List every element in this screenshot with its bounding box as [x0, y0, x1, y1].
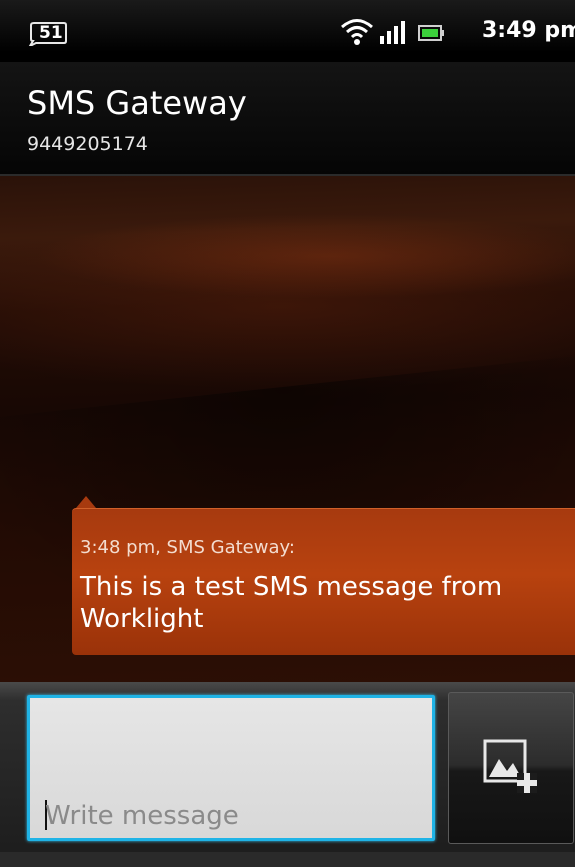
contact-number: 9449205174	[27, 133, 148, 155]
compose-bar: Write message	[0, 682, 575, 867]
wifi-icon	[341, 19, 373, 45]
conversation-header[interactable]: SMS Gateway 9449205174	[0, 62, 575, 176]
status-time: 3:49 pm	[482, 18, 575, 43]
compose-placeholder: Write message	[45, 801, 239, 831]
message-text: This is a test SMS message from Workligh…	[80, 572, 503, 634]
notification-count: 51	[39, 23, 63, 43]
message-meta: 3:48 pm, SMS Gateway:	[80, 537, 295, 558]
battery-icon	[418, 25, 444, 41]
compose-message-input[interactable]: Write message	[27, 695, 435, 841]
attach-image-button[interactable]	[448, 692, 574, 844]
signal-icon	[380, 21, 405, 44]
bubble-tail	[76, 496, 96, 508]
status-bar: 51 3:49 pm	[0, 0, 575, 62]
bottom-edge	[0, 852, 575, 867]
sms-conversation-screen: 51 3:49 pm SMS Gateway 9449205174 3:48 p…	[0, 0, 575, 867]
contact-name: SMS Gateway	[27, 84, 247, 122]
notification-count-badge[interactable]: 51	[28, 20, 68, 46]
attach-image-icon	[483, 739, 537, 793]
message-list[interactable]: 3:48 pm, SMS Gateway: This is a test SMS…	[0, 176, 575, 682]
message-bubble[interactable]: 3:48 pm, SMS Gateway: This is a test SMS…	[72, 508, 575, 655]
